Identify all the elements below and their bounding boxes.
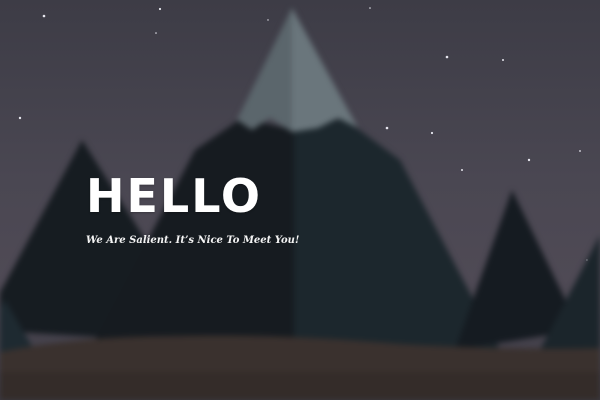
ground-shadow	[0, 372, 600, 400]
hero-section: HELLO We Are Salient. It’s Nice To Meet …	[0, 0, 600, 400]
hero-text-block: HELLO We Are Salient. It’s Nice To Meet …	[86, 168, 299, 248]
snow-cap-left	[237, 8, 292, 132]
hero-title: HELLO	[86, 169, 263, 223]
hero-subtitle: We Are Salient. It’s Nice To Meet You!	[86, 235, 300, 246]
snow-cap-right	[292, 8, 358, 132]
